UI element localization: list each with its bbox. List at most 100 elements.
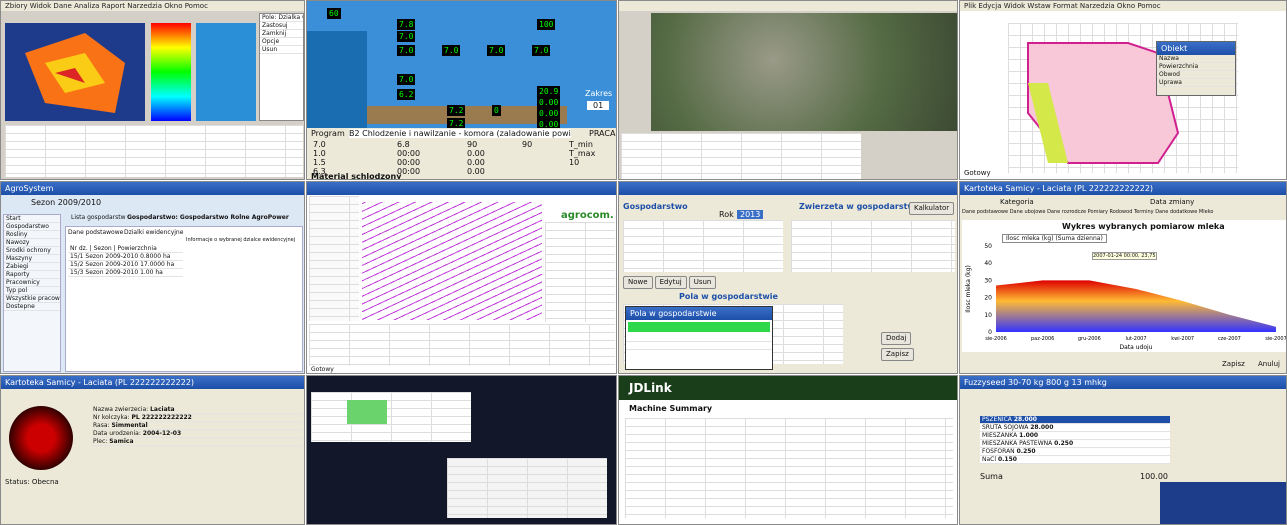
data-table[interactable] <box>5 125 303 177</box>
panel-scada-storage: 60 7.8 7.0 100 7.0 7.0 7.0 7.0 7.0 6.2 7… <box>306 0 617 180</box>
y-tick: 0 <box>988 329 992 336</box>
y-tick: 20 <box>984 295 992 302</box>
window-titlebar <box>307 182 616 195</box>
x-tick: paz-2006 <box>1031 336 1054 342</box>
records-table[interactable] <box>309 324 615 366</box>
dialog-row[interactable] <box>626 342 772 350</box>
nav-item-12[interactable]: Dostepne <box>4 303 60 311</box>
nav-item-8[interactable]: Raporty <box>4 271 60 279</box>
details-panel[interactable] <box>545 222 615 322</box>
y-tick: 50 <box>984 243 992 250</box>
dialog-row[interactable] <box>626 334 772 342</box>
x-tick: sie-2007 <box>1265 336 1286 342</box>
anuluj-button[interactable]: Anuluj <box>1258 360 1280 368</box>
tab-8[interactable]: Mleko <box>1199 209 1214 215</box>
nav-item-3[interactable]: Rosliny <box>4 231 60 239</box>
table-row[interactable]: 15/1 Sezon 2009-2010 0.8000 ha <box>68 253 183 261</box>
o2-value: 00:00 <box>397 158 421 167</box>
farm-list[interactable] <box>623 220 783 272</box>
tk1-value: 7.0 <box>397 45 416 56</box>
chart-annotation: 2007-01-24 00:00, 23,75 <box>1092 252 1157 260</box>
form-row-3[interactable]: Obwod <box>1157 71 1235 79</box>
table-row[interactable]: 15/3 Sezon 2009-2010 1.00 ha <box>68 269 183 277</box>
gis-menu[interactable] <box>619 1 957 11</box>
hi-value: 100 <box>537 19 556 30</box>
y-tick: 40 <box>984 260 992 267</box>
summary-table[interactable] <box>625 418 953 518</box>
panel-btn-2[interactable]: Zamknij <box>260 30 303 38</box>
tab-7[interactable]: Dane dodatkowe <box>1155 209 1197 215</box>
panel-btn-3[interactable]: Opcje <box>260 38 303 46</box>
dodaj-button[interactable]: Dodaj <box>881 332 912 345</box>
window-title: Kartoteka Samicy - Laciata (PL 222222222… <box>960 182 1286 195</box>
aerial-image[interactable] <box>651 13 957 131</box>
edytuj-button[interactable]: Edytuj <box>654 276 687 289</box>
nowe-button[interactable]: Nowe <box>623 276 653 289</box>
window-title: Fuzzyseed 30-70 kg 800 g 13 mhkg <box>960 376 1286 389</box>
nav-item-7[interactable]: Zabiegi <box>4 263 60 271</box>
x-tick: gru-2006 <box>1078 336 1101 342</box>
year-value[interactable]: 2013 <box>737 210 764 219</box>
tab-1[interactable]: Dane podstawowe <box>962 209 1008 215</box>
form-row-1[interactable]: Nazwa <box>1157 55 1235 63</box>
form-row-4[interactable]: Uprawa <box>1157 79 1235 87</box>
layer-list[interactable] <box>621 133 861 179</box>
field-row: Data urodzenia: 2004-12-03 <box>91 430 301 438</box>
z24a-value: 0.00 <box>537 97 561 108</box>
zapisz-button[interactable]: Zapisz <box>881 348 914 361</box>
tsr-value: 6.2 <box>397 89 416 100</box>
map-detail <box>196 23 256 121</box>
tab-farm[interactable]: Gospodarstwo: Gospodarstwo Rolne AgroPow… <box>127 214 289 221</box>
ev2-value: 7.0 <box>397 31 416 42</box>
tab-farm-list[interactable]: Lista gospodarstw <box>71 214 126 221</box>
tmax-label: T_max <box>569 149 596 158</box>
nav-item-5[interactable]: Srodki ochrony <box>4 247 60 255</box>
usun-button[interactable]: Usun <box>688 276 717 289</box>
nutrition-table[interactable] <box>1160 482 1286 524</box>
ingredient-row: PSZENICA 28.000 <box>980 416 1170 424</box>
tk2-value: 7.0 <box>442 45 461 56</box>
season-crumb[interactable]: Sezon 2009/2010 <box>31 198 101 207</box>
nav-item-2[interactable]: Gospodarstwo <box>4 223 60 231</box>
dialog-input[interactable] <box>628 322 770 332</box>
tab-2[interactable]: Dane ubojowe <box>1010 209 1046 215</box>
animals-list[interactable] <box>791 220 955 272</box>
nav-item-4[interactable]: Nawozy <box>4 239 60 247</box>
spreadsheet[interactable] <box>311 392 471 442</box>
nav-item-11[interactable]: Wszystkie pracownik <box>4 295 60 303</box>
nav-item-1[interactable]: Start <box>4 215 60 223</box>
tab-3[interactable]: Dane rozrodcze <box>1047 209 1086 215</box>
tab-5[interactable]: Rodowod <box>1110 209 1133 215</box>
y-tick: 10 <box>984 312 992 319</box>
zapisz-button[interactable]: Zapisz <box>1222 360 1245 368</box>
panel-aerial-map <box>618 0 958 180</box>
nav-item-10[interactable]: Typ pol <box>4 287 60 295</box>
map-view[interactable] <box>5 23 145 121</box>
form-row-2[interactable]: Powierzchnia <box>1157 63 1235 71</box>
program-label: Program <box>311 129 345 138</box>
data-table[interactable] <box>447 458 607 518</box>
panel-btn-1[interactable]: Zastosuj <box>260 22 303 30</box>
tab-4[interactable]: Pomiary <box>1088 209 1108 215</box>
menu-bar[interactable]: Zbiory Widok Dane Analiza Raport Narzedz… <box>1 1 304 11</box>
cad-menu[interactable]: Plik Edycja Widok Wstaw Format Narzedzia… <box>960 1 1286 11</box>
tree-panel[interactable] <box>309 196 359 321</box>
dtc-value: 1.5 <box>313 158 326 167</box>
subtab-plots[interactable]: Dzialki ewidencyjne <box>124 229 183 236</box>
subtab-basic[interactable]: Dane podstawowe <box>68 229 123 236</box>
table-row[interactable]: 15/2 Sezon 2009-2010 17.0000 ha <box>68 261 183 269</box>
strip-map[interactable] <box>362 202 542 320</box>
zakres-value[interactable]: 01 <box>587 101 610 110</box>
nav-item-6[interactable]: Maszyny <box>4 255 60 263</box>
panel-jdlink: JDLink Machine Summary <box>618 375 958 525</box>
panel-btn-4[interactable]: Usun <box>260 46 303 54</box>
x-tick: sie-2006 <box>985 336 1007 342</box>
jdlink-logo: JDLink <box>629 381 672 395</box>
kalkulator-button[interactable]: Kalkulator <box>909 202 955 215</box>
tab-6[interactable]: Terminy <box>1134 209 1154 215</box>
nav-item-9[interactable]: Pracownicy <box>4 279 60 287</box>
ingredient-row: SRUTA SOJOWA 28.000 <box>980 424 1170 432</box>
map-legend <box>151 23 191 121</box>
tk4-value: 7.0 <box>532 45 551 56</box>
z24b-value: 0.00 <box>537 108 561 119</box>
